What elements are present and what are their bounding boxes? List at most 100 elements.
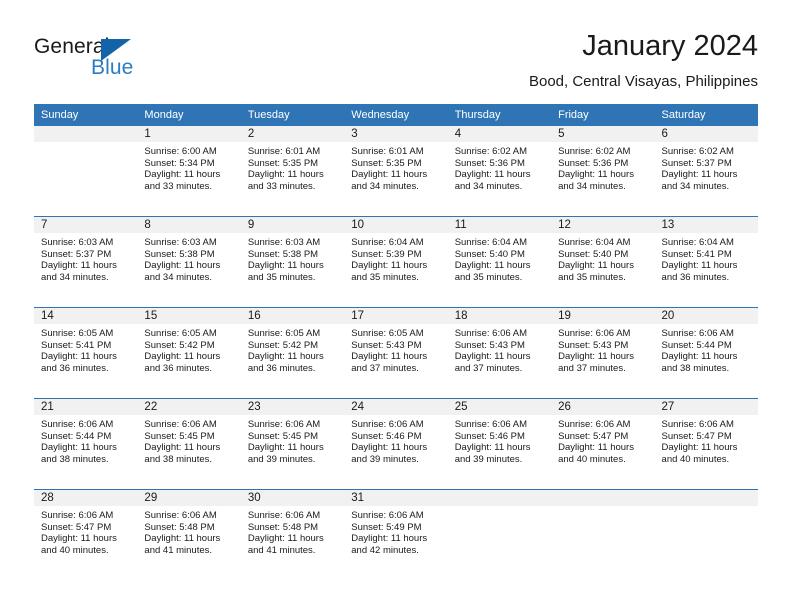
daylight-duration-line2: and 38 minutes. (144, 453, 213, 465)
daylight-duration-line2: and 41 minutes. (144, 544, 213, 556)
calendar-day-cell[interactable]: 7 Sunrise: 6:03 AM Sunset: 5:37 PM Daylight… (34, 217, 138, 307)
calendar-day-cell[interactable]: 25 Sunrise: 6:06 AM Sunset: 5:46 PM Dayligh… (447, 399, 552, 489)
daylight-duration-line2: and 38 minutes. (661, 362, 730, 374)
calendar-day-cell[interactable]: 1 Sunrise: 6:00 AM Sunset: 5:34 PM Daylight… (137, 126, 241, 216)
daylight-duration-line1: Daylight: 11 hours (454, 169, 531, 181)
day-cell-inner: 28 Sunrise: 6:06 AM Sunset: 5:47 PM Dayligh… (34, 490, 138, 579)
sunrise-time: Sunrise: 6:00 AM (144, 146, 217, 157)
daylight-duration-line2: and 38 minutes. (41, 453, 109, 465)
calendar-day-cell[interactable]: 10 Sunrise: 6:04 AM Sunset: 5:39 PM Dayligh… (344, 217, 448, 307)
calendar-day-cell[interactable]: 21 Sunrise: 6:06 AM Sunset: 5:44 PM Dayligh… (34, 399, 138, 489)
location-subtitle: Bood, Central Visayas, Philippines (528, 73, 758, 90)
sunset-time: Sunset: 5:42 PM (247, 339, 319, 351)
sunset-time: Sunset: 5:40 PM (558, 248, 629, 260)
daylight-duration-line2: and 35 minutes. (558, 271, 626, 283)
daylight-duration-line1: Daylight: 11 hours (454, 260, 531, 272)
calendar-day-cell[interactable]: 5 Sunrise: 6:02 AM Sunset: 5:36 PM Daylight… (551, 126, 655, 216)
calendar-day-cell[interactable]: 4 Sunrise: 6:02 AM Sunset: 5:36 PM Daylight… (447, 126, 552, 216)
day-details: Sunrise: 6:05 AM Sunset: 5:42 PM Daylight:… (241, 324, 344, 374)
calendar-day-cell[interactable]: 8 Sunrise: 6:03 AM Sunset: 5:38 PM Daylight… (137, 217, 241, 307)
sunrise-time: Sunrise: 6:04 AM (661, 237, 734, 248)
weekday-header-tuesday: Tuesday (240, 104, 345, 126)
daylight-duration-line2: and 35 minutes. (351, 271, 419, 283)
day-cell-inner: 19 Sunrise: 6:06 AM Sunset: 5:43 PM Dayligh… (551, 308, 655, 397)
calendar-day-cell[interactable]: 3 Sunrise: 6:01 AM Sunset: 5:35 PM Daylight… (344, 126, 448, 216)
calendar-day-cell[interactable]: 6 Sunrise: 6:02 AM Sunset: 5:37 PM Daylight… (654, 126, 758, 216)
day-details: Sunrise: 6:02 AM Sunset: 5:37 PM Daylight:… (655, 142, 758, 192)
general-blue-logo[interactable]: General Blue (34, 34, 224, 90)
day-details: Sunrise: 6:06 AM Sunset: 5:46 PM Daylight:… (448, 415, 551, 465)
daylight-duration-line2: and 34 minutes. (454, 180, 523, 192)
sunrise-time: Sunrise: 6:05 AM (144, 328, 217, 339)
day-number: 13 (654, 217, 758, 233)
sunset-time: Sunset: 5:37 PM (661, 157, 732, 169)
weekday-header-wednesday: Wednesday (344, 104, 448, 126)
sunset-time: Sunset: 5:45 PM (247, 430, 319, 442)
daylight-duration-line2: and 37 minutes. (558, 362, 626, 374)
calendar-day-cell[interactable]: 9 Sunrise: 6:03 AM Sunset: 5:38 PM Daylight… (240, 217, 345, 307)
calendar-day-cell[interactable]: 15 Sunrise: 6:05 AM Sunset: 5:42 PM Dayligh… (137, 308, 241, 398)
daylight-duration-line2: and 35 minutes. (454, 271, 523, 283)
day-details: Sunrise: 6:06 AM Sunset: 5:47 PM Daylight:… (34, 506, 137, 556)
day-details: Sunrise: 6:04 AM Sunset: 5:40 PM Daylight:… (448, 233, 551, 283)
calendar-day-cell[interactable]: 27 Sunrise: 6:06 AM Sunset: 5:47 PM Dayligh… (654, 399, 758, 489)
calendar-day-cell[interactable]: 29 Sunrise: 6:06 AM Sunset: 5:48 PM Dayligh… (137, 490, 241, 580)
daylight-duration-line2: and 36 minutes. (41, 362, 109, 374)
day-number: 3 (344, 126, 448, 142)
day-details: Sunrise: 6:01 AM Sunset: 5:35 PM Daylight:… (344, 142, 447, 192)
day-cell-inner (551, 490, 655, 579)
sunset-time: Sunset: 5:38 PM (247, 248, 319, 260)
daylight-duration-line1: Daylight: 11 hours (351, 533, 428, 545)
sunset-time: Sunset: 5:35 PM (351, 157, 422, 169)
daylight-duration-line1: Daylight: 11 hours (144, 260, 221, 272)
sunrise-time: Sunrise: 6:04 AM (558, 237, 631, 248)
sunrise-sunset-calendar: Sunday Monday Tuesday Wednesday Thursday… (34, 104, 758, 580)
daylight-duration-line2: and 37 minutes. (351, 362, 419, 374)
calendar-day-cell[interactable]: 11 Sunrise: 6:04 AM Sunset: 5:40 PM Dayligh… (447, 217, 552, 307)
calendar-day-cell[interactable]: 14 Sunrise: 6:05 AM Sunset: 5:41 PM Dayligh… (34, 308, 138, 398)
calendar-day-cell[interactable]: 30 Sunrise: 6:06 AM Sunset: 5:48 PM Dayligh… (240, 490, 345, 580)
calendar-day-cell[interactable]: 22 Sunrise: 6:06 AM Sunset: 5:45 PM Dayligh… (137, 399, 241, 489)
calendar-day-cell[interactable]: 24 Sunrise: 6:06 AM Sunset: 5:46 PM Dayligh… (344, 399, 448, 489)
day-number: 4 (447, 126, 552, 142)
sunset-time: Sunset: 5:48 PM (247, 521, 319, 533)
day-number (447, 490, 552, 506)
calendar-day-cell[interactable]: 23 Sunrise: 6:06 AM Sunset: 5:45 PM Dayligh… (240, 399, 345, 489)
sunrise-time: Sunrise: 6:06 AM (351, 510, 424, 521)
weekday-header-sunday: Sunday (34, 104, 138, 126)
sunrise-time: Sunrise: 6:05 AM (247, 328, 321, 339)
day-number: 1 (137, 126, 241, 142)
daylight-duration-line2: and 40 minutes. (558, 453, 626, 465)
sunset-time: Sunset: 5:43 PM (558, 339, 629, 351)
calendar-day-cell[interactable]: 26 Sunrise: 6:06 AM Sunset: 5:47 PM Dayligh… (551, 399, 655, 489)
sunrise-time: Sunrise: 6:06 AM (558, 328, 631, 339)
day-cell-inner: 17 Sunrise: 6:05 AM Sunset: 5:43 PM Dayligh… (344, 308, 448, 397)
calendar-week-row: 28 Sunrise: 6:06 AM Sunset: 5:47 PM Dayligh… (34, 490, 758, 580)
calendar-day-cell[interactable]: 19 Sunrise: 6:06 AM Sunset: 5:43 PM Dayligh… (551, 308, 655, 398)
day-details: Sunrise: 6:06 AM Sunset: 5:47 PM Daylight:… (551, 415, 654, 465)
sunset-time: Sunset: 5:42 PM (144, 339, 215, 351)
calendar-day-cell[interactable]: 31 Sunrise: 6:06 AM Sunset: 5:49 PM Dayligh… (344, 490, 448, 580)
daylight-duration-line1: Daylight: 11 hours (351, 442, 428, 454)
daylight-duration-line1: Daylight: 11 hours (661, 351, 738, 363)
day-details: Sunrise: 6:06 AM Sunset: 5:47 PM Daylight:… (655, 415, 758, 465)
day-number (654, 490, 758, 506)
calendar-day-cell[interactable]: 28 Sunrise: 6:06 AM Sunset: 5:47 PM Dayligh… (34, 490, 138, 580)
sunset-time: Sunset: 5:36 PM (558, 157, 629, 169)
calendar-day-cell[interactable]: 13 Sunrise: 6:04 AM Sunset: 5:41 PM Dayligh… (654, 217, 758, 307)
calendar-day-cell[interactable]: 17 Sunrise: 6:05 AM Sunset: 5:43 PM Dayligh… (344, 308, 448, 398)
calendar-day-cell[interactable]: 2 Sunrise: 6:01 AM Sunset: 5:35 PM Daylight… (240, 126, 345, 216)
day-number: 9 (240, 217, 345, 233)
day-cell-inner: 15 Sunrise: 6:05 AM Sunset: 5:42 PM Dayligh… (137, 308, 241, 397)
day-details: Sunrise: 6:05 AM Sunset: 5:42 PM Daylight:… (137, 324, 240, 374)
calendar-day-cell[interactable]: 16 Sunrise: 6:05 AM Sunset: 5:42 PM Dayligh… (240, 308, 345, 398)
daylight-duration-line2: and 36 minutes. (247, 362, 316, 374)
calendar-day-cell[interactable]: 18 Sunrise: 6:06 AM Sunset: 5:43 PM Dayligh… (447, 308, 552, 398)
daylight-duration-line2: and 34 minutes. (661, 180, 730, 192)
calendar-day-cell[interactable]: 20 Sunrise: 6:06 AM Sunset: 5:44 PM Dayligh… (654, 308, 758, 398)
masthead: General Blue January 2024 Bood, Central … (34, 28, 758, 100)
daylight-duration-line1: Daylight: 11 hours (144, 351, 221, 363)
day-cell-inner: 23 Sunrise: 6:06 AM Sunset: 5:45 PM Dayligh… (240, 399, 345, 488)
calendar-day-cell[interactable]: 12 Sunrise: 6:04 AM Sunset: 5:40 PM Dayligh… (551, 217, 655, 307)
sunrise-time: Sunrise: 6:01 AM (351, 146, 424, 157)
